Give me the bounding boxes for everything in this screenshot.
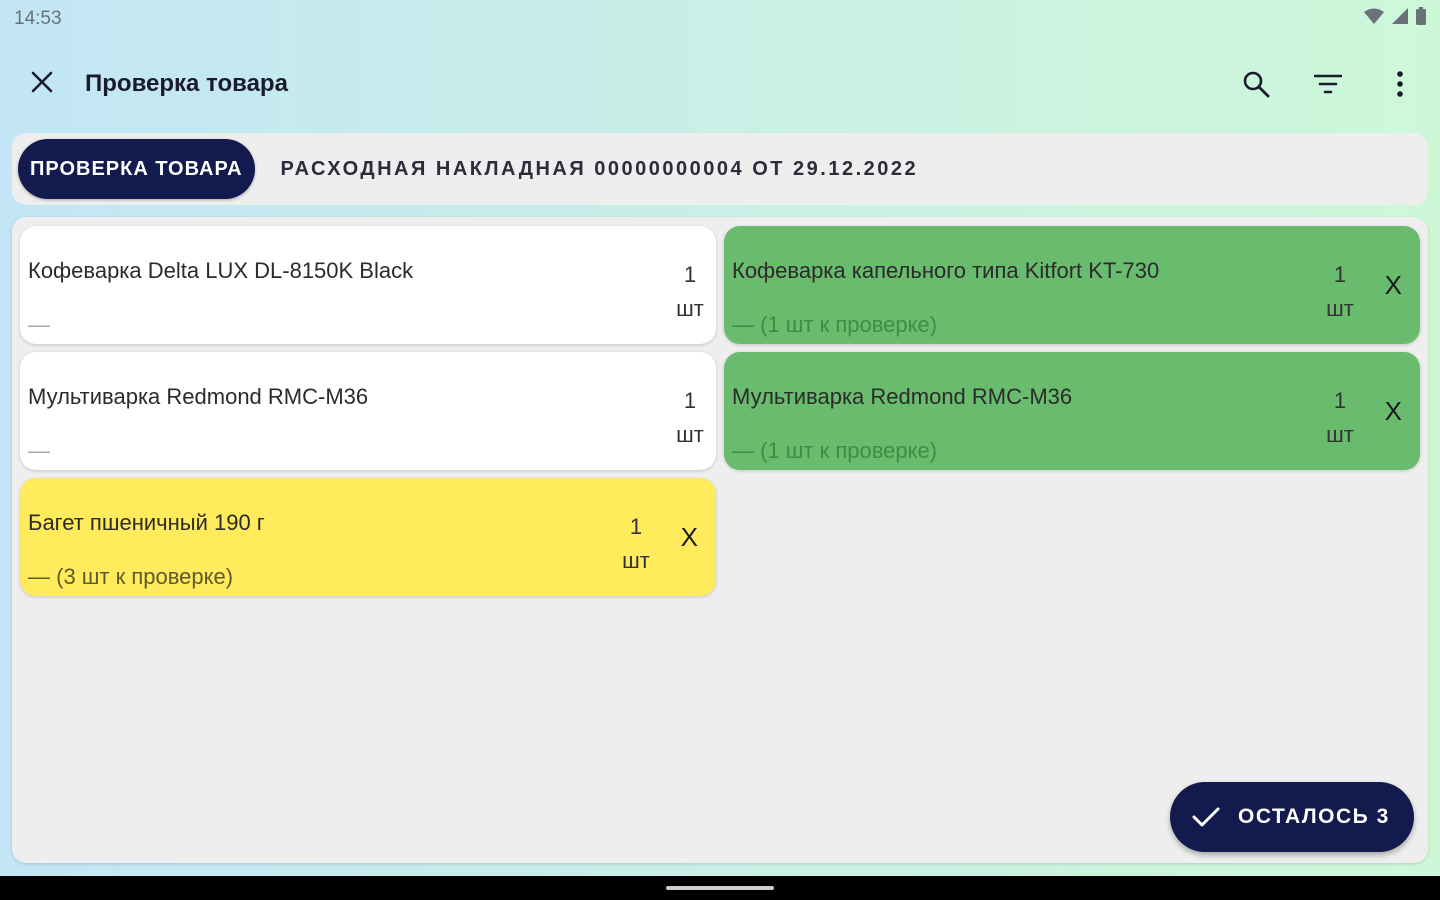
filter-button[interactable]: [1304, 62, 1352, 110]
status-bar: 14:53: [0, 0, 1440, 38]
item-card[interactable]: Мультиварка Redmond RMC-M36 1 шт X — (1 …: [724, 352, 1420, 470]
wifi-icon: [1364, 8, 1384, 30]
system-nav-bar: [0, 876, 1440, 900]
quantity-unit: шт: [676, 296, 704, 321]
quantity-unit: шт: [1326, 422, 1354, 447]
search-button[interactable]: [1232, 62, 1280, 110]
status-icons: [1364, 7, 1426, 31]
item-quantity: 1 шт: [670, 258, 710, 326]
quantity-value: 1: [629, 514, 643, 539]
item-name: Кофеварка Delta LUX DL-8150K Black: [28, 258, 414, 283]
app-bar-actions: [1232, 62, 1424, 110]
document-title: РАСХОДНАЯ НАКЛАДНАЯ 00000000004 ОТ 29.12…: [280, 157, 919, 180]
close-icon: [31, 71, 53, 98]
check-icon: [1192, 806, 1220, 828]
quantity-value: 1: [1333, 262, 1347, 287]
item-quantity: 1 шт: [1320, 258, 1360, 326]
close-button[interactable]: [22, 64, 62, 104]
mode-chip[interactable]: ПРОВЕРКА ТОВАРА: [18, 139, 255, 199]
more-options-button[interactable]: [1376, 62, 1424, 110]
document-header: ПРОВЕРКА ТОВАРА РАСХОДНАЯ НАКЛАДНАЯ 0000…: [12, 133, 1428, 205]
more-vert-icon: [1396, 70, 1404, 102]
item-name: Кофеварка капельного типа Kitfort KT-730: [732, 258, 1160, 283]
item-card[interactable]: Багет пшеничный 190 г 1 шт X — (3 шт к п…: [20, 478, 716, 596]
status-time: 14:53: [14, 8, 62, 29]
item-name: Багет пшеничный 190 г: [28, 510, 265, 535]
item-check-status: —: [28, 312, 50, 337]
quantity-unit: шт: [1326, 296, 1354, 321]
items-panel: Кофеварка Delta LUX DL-8150K Black 1 шт …: [12, 217, 1428, 863]
item-card[interactable]: Кофеварка Delta LUX DL-8150K Black 1 шт …: [20, 226, 716, 344]
remove-item-button[interactable]: X: [681, 522, 698, 553]
remaining-fab-button[interactable]: ОСТАЛОСЬ 3: [1170, 782, 1414, 852]
filter-icon: [1313, 73, 1343, 100]
item-check-status: — (3 шт к проверке): [28, 564, 234, 589]
item-check-status: — (1 шт к проверке): [732, 438, 938, 463]
battery-icon: [1416, 7, 1426, 31]
item-check-status: — (1 шт к проверке): [732, 312, 938, 337]
quantity-unit: шт: [676, 422, 704, 447]
item-name: Мультиварка Redmond RMC-M36: [28, 384, 369, 409]
item-quantity: 1 шт: [670, 384, 710, 452]
quantity-unit: шт: [622, 548, 650, 573]
quantity-value: 1: [1333, 388, 1347, 413]
item-check-status: —: [28, 438, 50, 463]
remove-item-button[interactable]: X: [1385, 270, 1402, 301]
item-card[interactable]: Мультиварка Redmond RMC-M36 1 шт —: [20, 352, 716, 470]
fab-label: ОСТАЛОСЬ 3: [1238, 805, 1390, 828]
home-gesture-handle[interactable]: [666, 886, 774, 890]
page-title: Проверка товара: [85, 70, 288, 97]
item-quantity: 1 шт: [1320, 384, 1360, 452]
remove-item-button[interactable]: X: [1385, 396, 1402, 427]
items-grid: Кофеварка Delta LUX DL-8150K Black 1 шт …: [20, 226, 1420, 596]
item-card[interactable]: Кофеварка капельного типа Kitfort KT-730…: [724, 226, 1420, 344]
quantity-value: 1: [683, 262, 697, 287]
item-quantity: 1 шт: [616, 510, 656, 578]
signal-icon: [1392, 8, 1408, 30]
app-bar: Проверка товара: [0, 38, 1440, 130]
item-name: Мультиварка Redmond RMC-M36: [732, 384, 1073, 409]
search-icon: [1242, 70, 1270, 103]
quantity-value: 1: [683, 388, 697, 413]
